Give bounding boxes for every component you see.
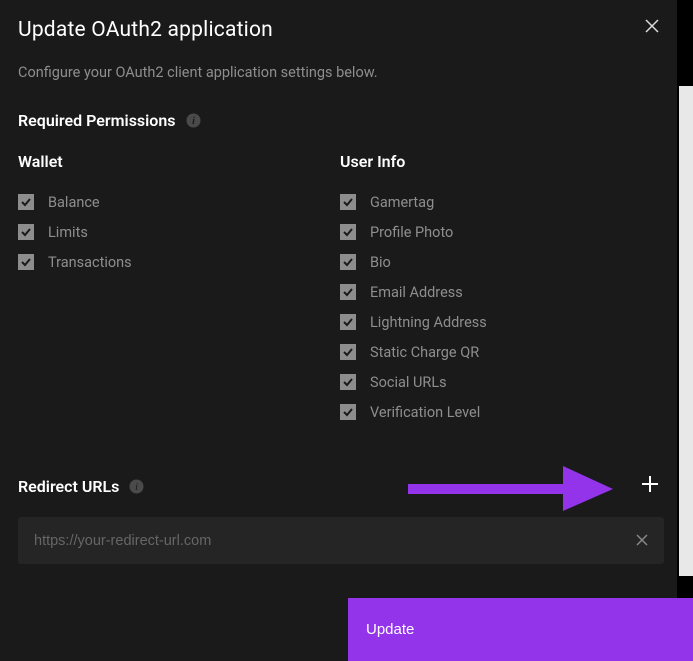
checkbox-icon	[18, 254, 34, 270]
checkbox-label: Gamertag	[370, 194, 434, 211]
checkbox-email-address[interactable]: Email Address	[340, 283, 662, 301]
checkbox-transactions[interactable]: Transactions	[18, 253, 340, 271]
redirect-url-input[interactable]	[34, 533, 626, 549]
wallet-column: Wallet Balance Limits Transactions	[18, 152, 340, 433]
checkbox-limits[interactable]: Limits	[18, 223, 340, 241]
wallet-title: Wallet	[18, 152, 340, 171]
checkbox-verification-level[interactable]: Verification Level	[340, 403, 662, 421]
checkbox-balance[interactable]: Balance	[18, 193, 340, 211]
redirect-header: Redirect URLs i	[18, 475, 659, 497]
svg-text:i: i	[192, 116, 195, 127]
svg-text:i: i	[136, 482, 139, 493]
checkbox-icon	[340, 314, 356, 330]
required-permissions-heading: Required Permissions i	[18, 111, 659, 130]
redirect-urls-label: Redirect URLs	[18, 477, 119, 496]
required-permissions-label: Required Permissions	[18, 111, 176, 130]
oauth-update-modal: Update OAuth2 application Configure your…	[0, 0, 677, 661]
checkbox-label: Bio	[370, 254, 391, 271]
checkbox-social-urls[interactable]: Social URLs	[340, 373, 662, 391]
checkbox-label: Limits	[48, 224, 88, 241]
checkbox-profile-photo[interactable]: Profile Photo	[340, 223, 662, 241]
checkbox-label: Balance	[48, 194, 100, 211]
modal-subtitle: Configure your OAuth2 client application…	[18, 64, 659, 81]
checkbox-icon	[340, 254, 356, 270]
add-url-icon[interactable]	[641, 475, 659, 497]
modal-title: Update OAuth2 application	[18, 18, 659, 42]
checkbox-icon	[18, 194, 34, 210]
checkbox-icon	[340, 284, 356, 300]
checkbox-label: Profile Photo	[370, 224, 453, 241]
checkbox-icon	[340, 374, 356, 390]
checkbox-bio[interactable]: Bio	[340, 253, 662, 271]
checkbox-icon	[340, 344, 356, 360]
checkbox-icon	[340, 194, 356, 210]
close-icon[interactable]	[645, 18, 659, 37]
checkbox-icon	[340, 224, 356, 240]
redirect-url-input-wrapper	[18, 517, 664, 564]
update-button[interactable]: Update	[348, 598, 693, 661]
checkbox-icon	[340, 404, 356, 420]
info-icon[interactable]: i	[129, 479, 144, 494]
permissions-columns: Wallet Balance Limits Transactions User …	[18, 152, 659, 433]
checkbox-static-charge-qr[interactable]: Static Charge QR	[340, 343, 662, 361]
checkbox-label: Lightning Address	[370, 314, 487, 331]
checkbox-label: Static Charge QR	[370, 344, 479, 361]
checkbox-icon	[18, 224, 34, 240]
redirect-urls-section: Redirect URLs i	[18, 475, 659, 564]
user-info-column: User Info Gamertag Profile Photo Bio Ema…	[340, 152, 662, 433]
checkbox-label: Social URLs	[370, 374, 447, 391]
user-info-title: User Info	[340, 152, 662, 171]
background-strip	[679, 86, 693, 576]
checkbox-label: Email Address	[370, 284, 463, 301]
checkbox-gamertag[interactable]: Gamertag	[340, 193, 662, 211]
checkbox-label: Transactions	[48, 254, 132, 271]
clear-url-icon[interactable]	[636, 531, 648, 550]
checkbox-label: Verification Level	[370, 404, 480, 421]
checkbox-lightning-address[interactable]: Lightning Address	[340, 313, 662, 331]
info-icon[interactable]: i	[186, 113, 201, 128]
